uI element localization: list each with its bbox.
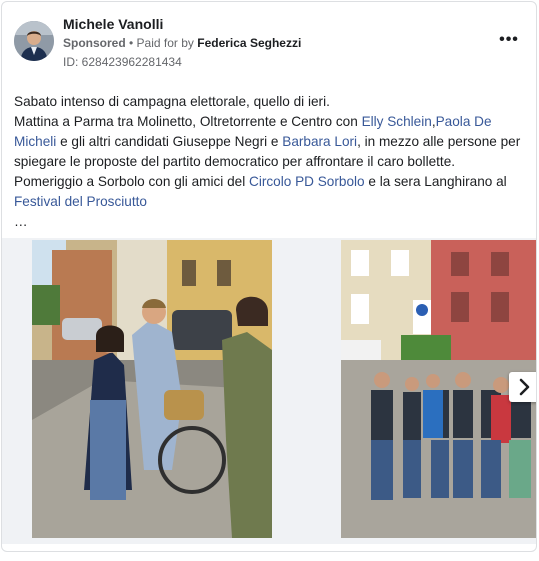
carousel-next-button[interactable] — [509, 372, 536, 402]
meta-separator: • — [125, 36, 137, 50]
message-paragraph-3: Pomeriggio a Sorbolo con gli amici del C… — [14, 172, 529, 212]
message-line-1: Sabato intenso di campagna elettorale, q… — [14, 94, 330, 109]
message-text: Mattina a Parma tra Molinetto, Oltretorr… — [14, 114, 362, 129]
sponsored-label: Sponsored — [63, 36, 126, 50]
post-message: Sabato intenso di campagna elettorale, q… — [14, 92, 529, 232]
chevron-right-icon — [519, 378, 530, 396]
message-paragraph-2: Mattina a Parma tra Molinetto, Oltretorr… — [14, 112, 529, 172]
carousel-photo-1[interactable] — [32, 240, 272, 538]
photo-carousel[interactable] — [2, 238, 536, 544]
sponsored-post-card: Michele Vanolli Sponsored • Paid for by … — [1, 1, 537, 552]
message-text: e la sera Langhirano al — [364, 174, 507, 189]
paid-for-by-prefix: Paid for by — [136, 36, 198, 50]
author-name[interactable]: Michele Vanolli — [63, 16, 163, 32]
paid-for-by-name[interactable]: Federica Seghezzi — [197, 36, 301, 50]
carousel-photo-2[interactable] — [341, 240, 536, 538]
message-text: e gli altri candidati Giuseppe Negri e — [56, 134, 283, 149]
link-elly-schlein[interactable]: Elly Schlein — [362, 114, 432, 129]
link-festival-del-prosciutto[interactable]: Festival del Prosciutto — [14, 194, 147, 209]
more-options-icon[interactable]: ••• — [498, 30, 520, 50]
author-avatar[interactable] — [14, 21, 54, 61]
link-circolo-pd-sorbolo[interactable]: Circolo PD Sorbolo — [249, 174, 365, 189]
link-barbara-lori[interactable]: Barbara Lori — [282, 134, 357, 149]
sponsored-line: Sponsored • Paid for by Federica Seghezz… — [63, 36, 301, 50]
ad-id: ID: 628423962281434 — [63, 55, 182, 69]
message-text: Pomeriggio a Sorbolo con gli amici del — [14, 174, 249, 189]
message-ellipsis[interactable]: … — [14, 212, 529, 232]
